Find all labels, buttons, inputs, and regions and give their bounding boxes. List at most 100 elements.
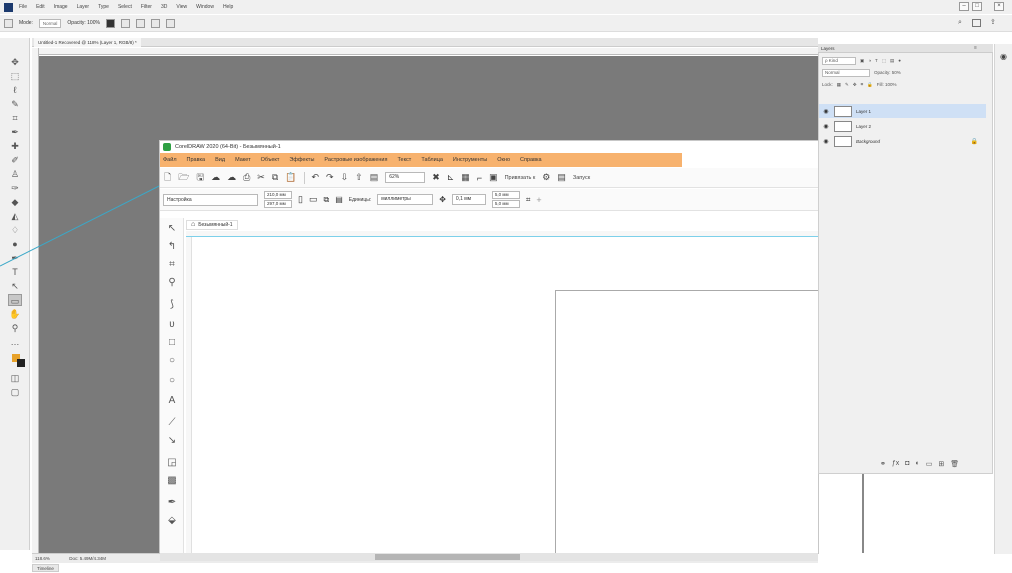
drop-shadow-tool-icon[interactable]: ◲ bbox=[165, 456, 179, 470]
maximize-button[interactable]: □ bbox=[972, 2, 982, 11]
timeline-tab[interactable]: Timeline bbox=[32, 564, 59, 572]
options-gear-icon[interactable]: ⚙ bbox=[542, 172, 550, 183]
coreldraw-document-tab[interactable]: ⌂ Безымянный-1 bbox=[186, 220, 238, 230]
marquee-tool-icon[interactable]: ⬚ bbox=[8, 70, 22, 82]
opacity-label[interactable]: Opacity: 100% bbox=[67, 20, 100, 26]
workspace-icon[interactable] bbox=[972, 19, 981, 27]
interactive-fill-tool-icon[interactable]: ⬙ bbox=[165, 514, 179, 528]
page-width-field[interactable]: 210,0 мм bbox=[264, 191, 292, 199]
panel-menu-icon[interactable]: ≡ bbox=[974, 45, 977, 51]
layer-name[interactable]: Layer 2 bbox=[856, 124, 871, 129]
ps-menu-type[interactable]: Type bbox=[98, 4, 109, 10]
duplicate-x-field[interactable]: 5,0 мм bbox=[491, 191, 520, 199]
pressure-opacity-icon[interactable] bbox=[105, 18, 115, 28]
layer-kind-filter[interactable]: ρ Kind bbox=[822, 56, 856, 65]
pick-tool-icon[interactable]: ↖ bbox=[165, 222, 179, 236]
horizontal-scrollbar-thumb[interactable] bbox=[375, 554, 520, 560]
rectangle-tool-icon[interactable]: □ bbox=[165, 336, 179, 350]
search-icon[interactable]: ⌕ bbox=[958, 19, 962, 27]
status-zoom[interactable]: 118.6% bbox=[35, 556, 50, 561]
corel-menu-edit[interactable]: Правка bbox=[187, 157, 206, 163]
corel-menu-view[interactable]: Вид bbox=[215, 157, 225, 163]
ps-menu-select[interactable]: Select bbox=[118, 4, 132, 10]
more-tools-icon[interactable]: … bbox=[8, 336, 22, 348]
rectangle-tool-icon[interactable]: ▭ bbox=[8, 294, 22, 306]
minimize-button[interactable]: – bbox=[959, 2, 969, 11]
ps-menu-image[interactable]: Image bbox=[54, 4, 68, 10]
lock-all-icon[interactable]: 🔒 bbox=[867, 82, 873, 88]
page-preset-select[interactable]: Настройка bbox=[163, 193, 258, 206]
snap-to-menu[interactable]: Привязать к bbox=[505, 175, 536, 181]
grid-icon[interactable]: ▦ bbox=[461, 172, 470, 183]
all-pages-icon[interactable]: ⧉ bbox=[323, 195, 329, 205]
units-select[interactable]: миллиметры bbox=[377, 194, 434, 205]
import-icon[interactable]: ⇩ bbox=[341, 172, 349, 183]
layer-row[interactable]: ◉ Layer 2 bbox=[819, 119, 986, 133]
export-icon[interactable]: ⇧ bbox=[355, 172, 363, 183]
distribute-icon[interactable] bbox=[135, 18, 145, 28]
healing-tool-icon[interactable]: ✚ bbox=[8, 140, 22, 152]
background-color-swatch[interactable] bbox=[17, 359, 25, 367]
screen-mode-icon[interactable]: ▢ bbox=[8, 386, 22, 398]
portrait-icon[interactable]: ▯ bbox=[298, 194, 303, 205]
paste-icon[interactable]: 📋 bbox=[285, 172, 296, 183]
layer-name[interactable]: Layer 1 bbox=[856, 109, 871, 114]
duplicate-y-field[interactable]: 5,0 мм bbox=[491, 200, 520, 208]
filter-pixel-icon[interactable]: ▣ bbox=[860, 58, 864, 64]
corel-menu-file[interactable]: Файл bbox=[163, 157, 177, 163]
artistic-media-tool-icon[interactable]: ʋ bbox=[165, 318, 179, 332]
rulers-icon[interactable]: ⊾ bbox=[447, 172, 455, 183]
freehand-tool-icon[interactable]: ⟆ bbox=[165, 298, 179, 312]
tool-preset-icon[interactable] bbox=[4, 18, 13, 28]
document-tab[interactable]: Untitled-1 Recovered @ 118% (Layer 1, RG… bbox=[34, 38, 141, 47]
launch-icon[interactable]: ▤ bbox=[557, 172, 566, 183]
corel-menu-layout[interactable]: Макет bbox=[235, 157, 251, 163]
polygon-tool-icon[interactable]: ○ bbox=[165, 374, 179, 388]
mode-select[interactable]: Normal bbox=[38, 18, 62, 28]
visibility-eye-icon[interactable]: ◉ bbox=[822, 123, 830, 130]
corel-menu-bitmaps[interactable]: Растровые изображения bbox=[324, 157, 387, 163]
link-layers-icon[interactable]: ⚭ bbox=[880, 460, 886, 468]
corel-menu-tools[interactable]: Инструменты bbox=[453, 157, 487, 163]
redo-icon[interactable]: ↷ bbox=[326, 172, 334, 183]
snap-icon[interactable]: ▣ bbox=[489, 172, 498, 183]
page-height-field[interactable]: 297,0 мм bbox=[264, 200, 292, 208]
undo-icon[interactable]: ↶ bbox=[312, 172, 320, 183]
cut-icon[interactable]: ✂ bbox=[257, 172, 265, 183]
ps-menu-file[interactable]: File bbox=[19, 4, 27, 10]
zoom-level-select[interactable]: 62% bbox=[385, 172, 426, 183]
nudge-distance-field[interactable]: 0,1 мм bbox=[451, 194, 486, 205]
hand-tool-icon[interactable]: ✋ bbox=[8, 308, 22, 320]
cloud-download-icon[interactable]: ☁ bbox=[227, 172, 236, 183]
corel-menu-window[interactable]: Окно bbox=[497, 157, 510, 163]
cloud-upload-icon[interactable]: ☁ bbox=[211, 172, 220, 183]
ps-menu-edit[interactable]: Edit bbox=[36, 4, 45, 10]
home-icon[interactable]: ⌂ bbox=[191, 220, 195, 230]
corel-menu-help[interactable]: Справка bbox=[520, 157, 542, 163]
lasso-tool-icon[interactable]: ℓ bbox=[8, 84, 22, 96]
ps-menu-view[interactable]: View bbox=[176, 4, 187, 10]
corel-menu-table[interactable]: Таблица bbox=[421, 157, 443, 163]
eyedropper-tool-icon[interactable]: ✒ bbox=[165, 496, 179, 510]
lock-transparency-icon[interactable]: ▦ bbox=[837, 82, 841, 88]
coreldraw-page[interactable] bbox=[555, 290, 818, 553]
visibility-eye-icon[interactable]: ◉ bbox=[822, 138, 830, 145]
corel-menu-text[interactable]: Текст bbox=[397, 157, 411, 163]
landscape-icon[interactable]: ▭ bbox=[309, 194, 318, 205]
layer-row[interactable]: ◉ Layer 1 bbox=[819, 104, 986, 118]
dock-panel-icon[interactable]: ◉ bbox=[1000, 52, 1007, 61]
ps-menu-window[interactable]: Window bbox=[196, 4, 214, 10]
filter-adjustment-icon[interactable]: ◑ bbox=[868, 58, 871, 63]
add-icon[interactable]: + bbox=[536, 195, 541, 205]
move-tool-icon[interactable]: ✥ bbox=[8, 56, 22, 68]
save-icon[interactable]: 🖫 bbox=[196, 170, 204, 186]
ps-menu-3d[interactable]: 3D bbox=[161, 4, 167, 10]
bleed-icon[interactable]: ⌗ bbox=[526, 195, 531, 205]
crop-tool-icon[interactable]: ⌗ bbox=[165, 258, 179, 272]
filter-type-icon[interactable]: T bbox=[875, 58, 878, 63]
text-tool-icon[interactable]: A bbox=[165, 394, 179, 408]
publish-pdf-icon[interactable]: ▤ bbox=[370, 172, 379, 183]
quick-mask-icon[interactable]: ◫ bbox=[8, 372, 22, 384]
filter-smart-object-icon[interactable]: ▤ bbox=[890, 58, 894, 64]
crop-tool-icon[interactable]: ⌗ bbox=[8, 112, 22, 124]
